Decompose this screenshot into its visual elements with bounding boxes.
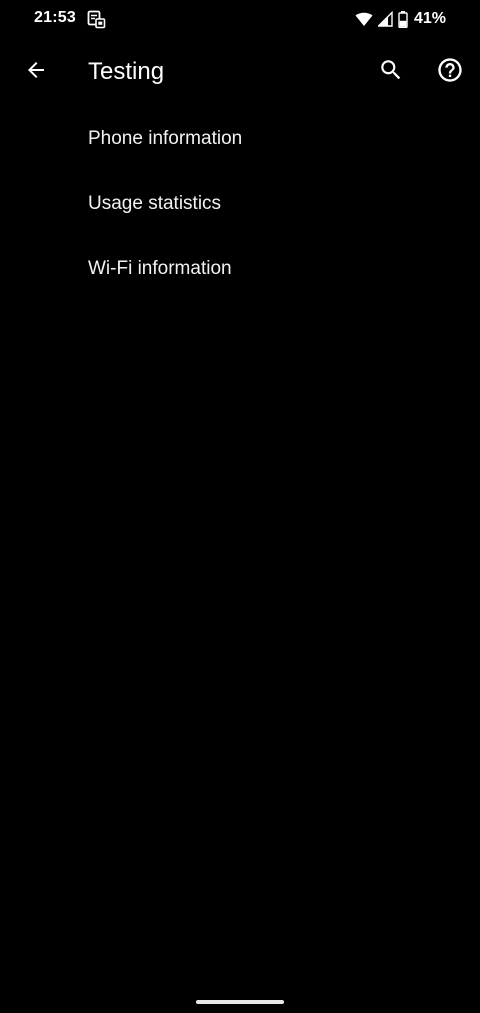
battery-percent: 41% (413, 10, 446, 27)
list-item-label: Phone information (88, 127, 243, 149)
arrow-back-icon (24, 58, 48, 87)
status-time: 21:53 (34, 9, 76, 26)
search-icon (378, 57, 404, 88)
list-item-usage-statistics[interactable]: Usage statistics (0, 171, 480, 236)
wifi-icon (355, 11, 373, 27)
list-item-phone-information[interactable]: Phone information (0, 106, 480, 171)
list-item-label: Wi-Fi information (88, 257, 232, 279)
back-button[interactable] (14, 50, 58, 94)
sim-card-notification-icon (86, 9, 106, 29)
help-icon (436, 56, 464, 89)
status-indicators: 41% (355, 9, 446, 29)
help-button[interactable] (428, 50, 472, 94)
cell-signal-icon (377, 11, 393, 27)
search-button[interactable] (369, 50, 413, 94)
status-bar: 21:53 41% (0, 0, 480, 38)
list-item-wifi-information[interactable]: Wi-Fi information (0, 236, 480, 301)
battery-icon (398, 10, 408, 28)
settings-list: Phone information Usage statistics Wi-Fi… (0, 106, 480, 301)
app-bar: Testing (0, 38, 480, 106)
gesture-navigation-handle[interactable] (196, 1000, 284, 1004)
list-item-label: Usage statistics (88, 192, 222, 214)
page-title: Testing (88, 58, 165, 85)
